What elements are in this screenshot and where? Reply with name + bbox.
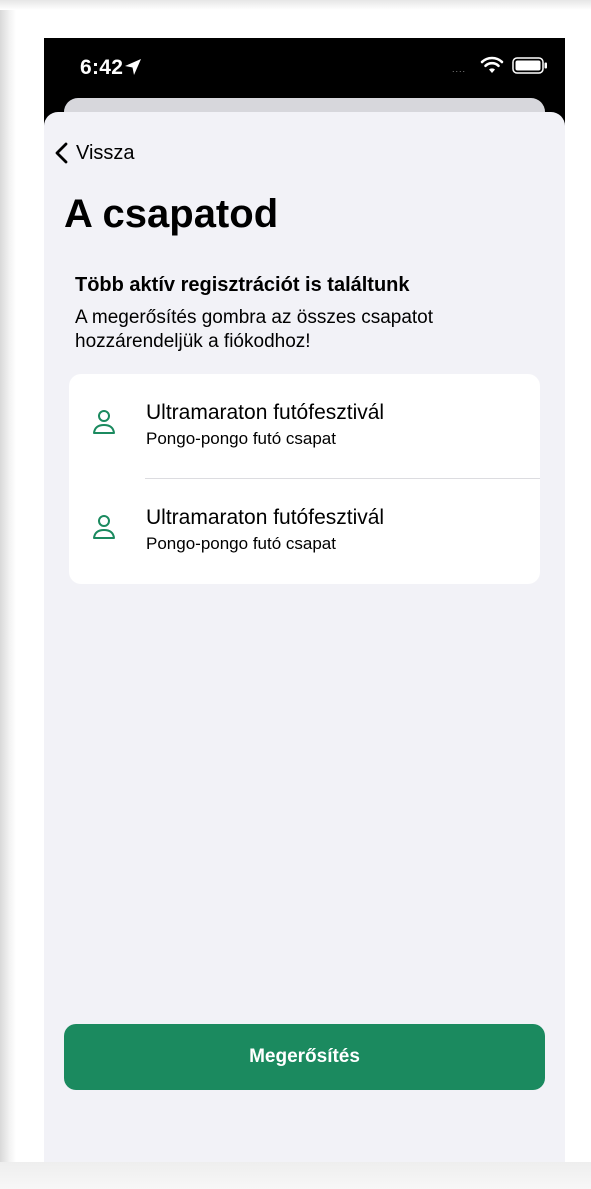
person-icon: [93, 410, 115, 434]
back-button[interactable]: Vissza: [54, 138, 135, 168]
team-row[interactable]: Ultramaraton futófesztivál Pongo-pongo f…: [69, 374, 540, 478]
person-icon: [93, 515, 115, 539]
frame-shadow-top: [0, 0, 591, 10]
info-description: A megerősítés gombra az összes csapatot …: [75, 307, 434, 352]
team-list: Ultramaraton futófesztivál Pongo-pongo f…: [69, 374, 540, 584]
frame-shadow-bottom: [0, 1162, 591, 1189]
status-bar: 6:42 ....: [44, 38, 565, 98]
phone-screen: 6:42 .... Vissza A csapatod Több aktív r…: [44, 38, 565, 1162]
back-label: Vissza: [76, 141, 135, 164]
location-arrow-icon: [125, 59, 141, 75]
team-event-name: Ultramaraton futófesztivál: [146, 506, 385, 529]
status-time: 6:42: [80, 56, 124, 79]
page-title: A csapatod: [64, 192, 279, 236]
battery-icon: [512, 57, 547, 74]
frame-shadow: [0, 0, 16, 1189]
chevron-left-icon: [55, 142, 68, 164]
wifi-icon: [480, 56, 504, 73]
confirm-button[interactable]: Megerősítés: [64, 1024, 545, 1090]
signal-icon: ....: [452, 64, 467, 74]
team-name: Pongo-pongo futó csapat: [146, 534, 336, 553]
modal-sheet: Vissza A csapatod Több aktív regisztráci…: [44, 112, 565, 1162]
team-row[interactable]: Ultramaraton futófesztivál Pongo-pongo f…: [69, 479, 540, 583]
team-name: Pongo-pongo futó csapat: [146, 429, 336, 448]
info-heading: Több aktív regisztrációt is találtunk: [75, 274, 410, 296]
team-event-name: Ultramaraton futófesztivál: [146, 401, 385, 424]
